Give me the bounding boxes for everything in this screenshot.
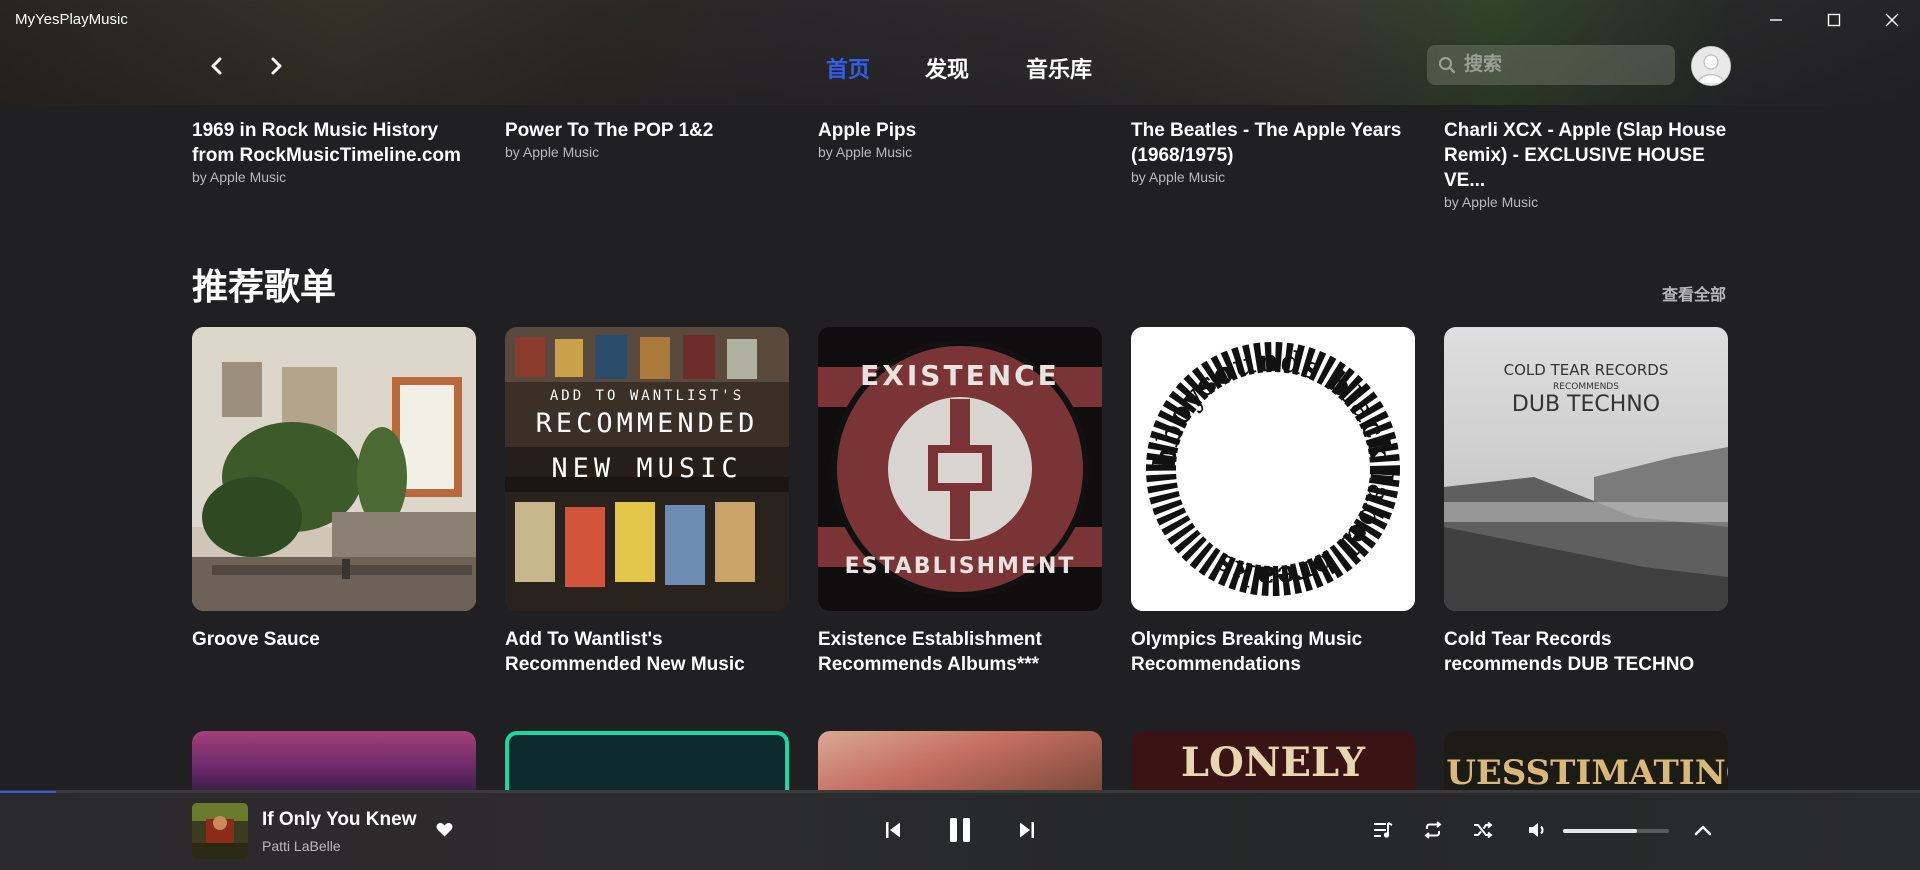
cover-text-line3: DUB TECHNO	[1512, 392, 1660, 417]
playlist-cover-add-to-wantlist[interactable]: ADD TO WANTLIST'S RECOMMENDED NEW MUSIC	[505, 327, 789, 611]
search-box[interactable]	[1427, 45, 1675, 85]
shuffle-icon	[1474, 821, 1493, 839]
song-title[interactable]: If Only You Knew	[262, 809, 416, 831]
playlist-title[interactable]: Groove Sauce	[192, 627, 482, 652]
skip-next-icon	[1020, 822, 1034, 838]
playlist-cover-groove-sauce[interactable]	[192, 327, 476, 611]
cover-text-line1: COLD TEAR RECORDS	[1504, 361, 1669, 379]
maximize-icon	[1827, 13, 1841, 27]
next-playlist-cover-2[interactable]	[505, 731, 789, 791]
heart-icon	[436, 822, 452, 836]
chevron-right-icon	[271, 57, 282, 75]
playlist-title[interactable]: Add To Wantlist's Recommended New Music	[505, 627, 795, 677]
card-title: Apple Pips	[818, 120, 917, 141]
section-title: 推荐歌单	[192, 266, 337, 307]
playlist-cover-cold-tear[interactable]: COLD TEAR RECORDS RECOMMENDS DUB TECHNO	[1444, 327, 1728, 611]
living-room-image	[192, 327, 476, 611]
top-card-5[interactable]: Charli XCX - Apple (Slap House Remix) - …	[1444, 118, 1728, 210]
volume-button[interactable]	[1523, 815, 1553, 845]
volume-icon	[1529, 823, 1544, 837]
shuffle-button[interactable]	[1468, 815, 1498, 845]
playlist-title[interactable]: Cold Tear Records recommends DUB TECHNO	[1444, 627, 1734, 677]
next-button[interactable]	[1012, 815, 1042, 845]
minimize-button[interactable]	[1748, 0, 1804, 40]
nav-library[interactable]: 音乐库	[1026, 52, 1092, 84]
top-card-3[interactable]: Apple Pips by Apple Music	[818, 118, 1102, 160]
repeat-icon	[1424, 821, 1442, 839]
album-art[interactable]	[192, 803, 248, 859]
app-title: MyYesPlayMusic	[15, 11, 128, 28]
nav-discover[interactable]: 发现	[925, 52, 969, 84]
like-button[interactable]	[432, 817, 456, 841]
queue-icon	[1374, 822, 1393, 838]
card-subtitle: by Apple Music	[192, 169, 287, 185]
cover-text-line2: RECOMMENDED	[536, 408, 759, 439]
nav-home[interactable]: 首页	[826, 52, 870, 84]
skip-previous-icon	[886, 822, 900, 838]
minimize-icon	[1770, 19, 1782, 21]
card-subtitle: by Apple Music	[818, 144, 913, 160]
search-icon	[1438, 56, 1456, 74]
card-subtitle: by Apple Music	[505, 144, 600, 160]
cover-text: LONELY SOUL PLANET	[1180, 739, 1366, 792]
playlist-cover-existence-establishment[interactable]: EXISTENCE ESTABLISHMENT	[818, 327, 1102, 611]
card-subtitle: by Apple Music	[1131, 169, 1226, 185]
previous-button[interactable]	[878, 815, 908, 845]
bboysounds-logo-image: bboysounds black label breaks	[1131, 327, 1415, 611]
repeat-button[interactable]	[1418, 815, 1448, 845]
next-playlist-cover-5[interactable]: GUESSTIMATING	[1444, 731, 1728, 791]
close-button[interactable]	[1864, 0, 1920, 40]
next-playlist-cover-3[interactable]	[818, 731, 1102, 791]
cover-text-line3: NEW MUSIC	[551, 453, 742, 484]
playlist-title[interactable]: Olympics Breaking Music Recommendations	[1131, 627, 1421, 677]
close-icon	[1885, 13, 1899, 27]
record-store-image: ADD TO WANTLIST'S RECOMMENDED NEW MUSIC	[505, 327, 789, 611]
chevron-up-icon	[1694, 825, 1712, 836]
cover-text-bottom: ESTABLISHMENT	[845, 554, 1076, 579]
progress-bar[interactable]	[0, 791, 1920, 793]
volume-slider[interactable]	[1563, 829, 1669, 833]
card-title: 1969 in Rock Music History from RockMusi…	[192, 120, 461, 166]
cover-text-line2: RECOMMENDS	[1553, 382, 1619, 392]
cover-text-top: EXISTENCE	[860, 359, 1060, 392]
title-bar: MyYesPlayMusic	[0, 0, 1920, 40]
avatar[interactable]	[1691, 46, 1731, 86]
playlist-queue-button[interactable]	[1368, 815, 1398, 845]
card-title: Charli XCX - Apple (Slap House Remix) - …	[1444, 120, 1727, 191]
cover-text-line1: ADD TO WANTLIST'S	[550, 388, 744, 404]
maximize-button[interactable]	[1806, 0, 1862, 40]
card-title: Power To The POP 1&2	[505, 120, 714, 141]
song-artist[interactable]: Patti LaBelle	[262, 838, 341, 854]
pause-button[interactable]	[943, 813, 977, 847]
chevron-left-icon	[211, 57, 222, 75]
misty-mountain-image: COLD TEAR RECORDS RECOMMENDS DUB TECHNO	[1444, 327, 1728, 611]
search-input[interactable]	[1462, 53, 1666, 77]
expand-lyrics-button[interactable]	[1688, 815, 1718, 845]
player-bar: If Only You Knew Patti LaBelle	[0, 790, 1920, 870]
existence-logo-image: EXISTENCE ESTABLISHMENT	[818, 327, 1102, 611]
next-playlist-cover-4[interactable]: LONELY SOUL PLANET	[1131, 731, 1415, 791]
top-card-4[interactable]: The Beatles - The Apple Years (1968/1975…	[1131, 118, 1415, 185]
volume-fill	[1563, 829, 1638, 833]
album-art-image	[192, 803, 248, 859]
next-playlist-cover-1[interactable]	[192, 731, 476, 791]
pause-icon	[950, 818, 970, 842]
cover-text: GUESSTIMATING	[1444, 753, 1728, 791]
card-subtitle: by Apple Music	[1444, 194, 1539, 210]
forward-button[interactable]	[258, 48, 294, 84]
card-title: The Beatles - The Apple Years (1968/1975…	[1131, 120, 1402, 166]
playlist-title[interactable]: Existence Establishment Recommends Album…	[818, 627, 1108, 677]
user-avatar-icon	[1692, 47, 1730, 85]
top-card-1[interactable]: 1969 in Rock Music History from RockMusi…	[192, 118, 476, 185]
see-all-link[interactable]: 查看全部	[1662, 281, 1726, 305]
back-button[interactable]	[199, 48, 235, 84]
progress-fill	[0, 791, 56, 793]
playlist-cover-olympics-breaking[interactable]: bboysounds black label breaks	[1131, 327, 1415, 611]
top-card-2[interactable]: Power To The POP 1&2 by Apple Music	[505, 118, 789, 160]
